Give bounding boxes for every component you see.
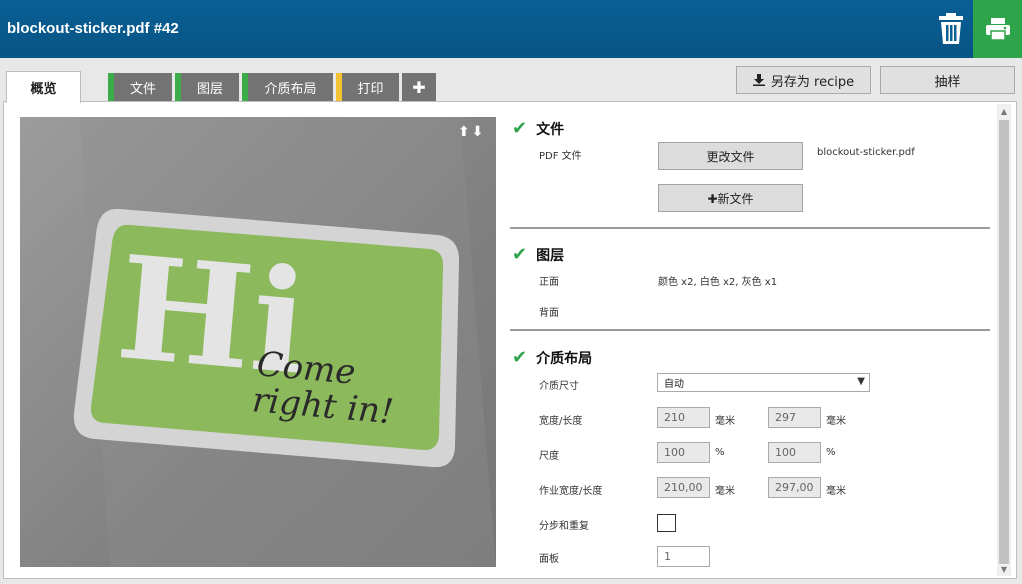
pdf-filename: blockout-sticker.pdf [817, 147, 915, 158]
app-header: blockout-sticker.pdf #42 [0, 0, 1022, 58]
tab-overview[interactable]: 概览 [6, 71, 81, 103]
job-length-unit: 毫米 [826, 486, 846, 497]
layers-section-title: ✔ 图层 [512, 244, 564, 265]
job-width-input[interactable] [657, 477, 710, 498]
pdf-file-label: PDF 文件 [539, 151, 582, 162]
check-icon: ✔ [512, 118, 528, 139]
scale-x-unit: % [715, 447, 725, 458]
sample-button[interactable]: 抽样 [880, 66, 1015, 94]
reorder-arrows-icon[interactable]: ⬆⬇ [458, 124, 485, 140]
section-divider [510, 227, 990, 229]
scale-y-input[interactable] [768, 442, 821, 463]
scale-y-unit: % [826, 447, 836, 458]
layers-section-heading: 图层 [536, 247, 565, 264]
save-as-recipe-button[interactable]: 另存为 recipe [736, 66, 871, 94]
media-size-select[interactable]: 自动 ▼ [657, 373, 870, 392]
file-section-title: ✔ 文件 [512, 118, 564, 139]
length-unit: 毫米 [826, 416, 846, 427]
step-repeat-checkbox[interactable] [657, 514, 676, 532]
job-width-length-label: 作业宽度/长度 [539, 486, 603, 497]
front-side-label: 正面 [539, 277, 559, 288]
print-button[interactable] [973, 0, 1022, 58]
scale-x-input[interactable] [657, 442, 710, 463]
printer-icon [985, 18, 1010, 41]
scale-label: 尺度 [539, 451, 559, 462]
width-input[interactable] [657, 407, 710, 428]
caret-down-icon: ▼ [857, 376, 865, 387]
change-file-button[interactable]: 更改文件 [658, 142, 803, 170]
tab-layers[interactable]: 图层 [175, 73, 239, 101]
media-layout-section-title: ✔ 介质布局 [512, 347, 592, 368]
download-icon [752, 74, 765, 86]
sticker-preview-image: Hi Come right in! [73, 117, 496, 567]
section-divider [510, 329, 990, 331]
vertical-scrollbar[interactable]: ▲ ▼ [997, 104, 1011, 576]
pdf-preview: Hi Come right in! [20, 117, 496, 567]
front-side-value: 颜色 x2, 白色 x2, 灰色 x1 [658, 277, 778, 288]
trash-icon[interactable] [936, 10, 966, 46]
tab-file[interactable]: 文件 [108, 73, 172, 101]
tab-add[interactable]: ✚ [402, 73, 436, 101]
media-layout-section-heading: 介质布局 [536, 350, 593, 367]
length-input[interactable] [768, 407, 821, 428]
width-length-label: 宽度/长度 [539, 416, 583, 427]
width-unit: 毫米 [715, 416, 735, 427]
check-icon: ✔ [512, 244, 528, 265]
document-title: blockout-sticker.pdf #42 [7, 20, 179, 37]
save-as-recipe-label: 另存为 recipe [770, 74, 855, 90]
new-file-button[interactable]: ✚新文件 [658, 184, 803, 212]
step-repeat-label: 分步和重复 [539, 521, 589, 532]
back-side-label: 背面 [539, 308, 559, 319]
media-size-value: 自动 [664, 379, 684, 390]
media-size-label: 介质尺寸 [539, 381, 579, 392]
file-section-heading: 文件 [536, 121, 565, 138]
scroll-up-icon[interactable]: ▲ [997, 104, 1011, 118]
tab-media-layout[interactable]: 介质布局 [242, 73, 333, 101]
check-icon: ✔ [512, 347, 528, 368]
scroll-down-icon[interactable]: ▼ [997, 562, 1011, 576]
job-length-input[interactable] [768, 477, 821, 498]
panel-input[interactable] [657, 546, 710, 567]
panel-label: 面板 [539, 554, 559, 565]
tab-print[interactable]: 打印 [336, 73, 399, 101]
job-width-unit: 毫米 [715, 486, 735, 497]
scroll-thumb[interactable] [999, 120, 1009, 564]
